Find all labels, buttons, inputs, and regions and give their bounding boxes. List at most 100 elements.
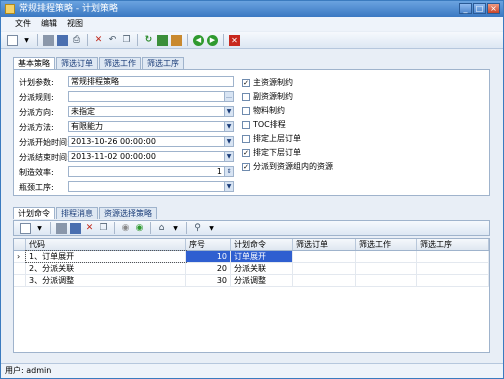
filter-op-cell[interactable]	[417, 275, 489, 286]
bottleneck-select[interactable]: ▼	[68, 181, 234, 192]
tab-filter-operations[interactable]: 筛选工序	[142, 57, 184, 69]
tab-basic-strategy[interactable]: 基本策略	[13, 57, 55, 69]
filter-op-cell[interactable]	[417, 251, 489, 262]
home-icon[interactable]: ⌂	[156, 223, 167, 234]
dropdown-icon[interactable]: ▼	[206, 223, 217, 234]
checkbox-sub-resource[interactable]: 副资源制约	[242, 91, 293, 102]
dispatch-rule-field[interactable]: …	[68, 91, 234, 102]
dropdown-icon[interactable]: ▼	[34, 223, 45, 234]
filter-work-cell[interactable]	[356, 275, 417, 286]
delete-icon[interactable]: ✕	[84, 223, 95, 234]
new-row-icon[interactable]	[20, 222, 31, 234]
column-header[interactable]: 序号	[186, 239, 231, 250]
copy-icon[interactable]: ❐	[98, 223, 109, 234]
filter-order-cell[interactable]	[293, 275, 356, 286]
ok-icon[interactable]: ◀	[193, 34, 204, 46]
checkbox-label: 分派到资源组内的资源	[253, 162, 333, 171]
table-row[interactable]: › 1、订单展开 10 订单展开	[14, 250, 489, 263]
plan-param-field[interactable]: 常规排程策略	[68, 76, 234, 87]
tab-resource-selection[interactable]: 资源选择策略	[99, 207, 157, 219]
command-cell[interactable]: 分派关联	[231, 263, 293, 274]
minimize-button[interactable]: _	[459, 3, 472, 14]
checkbox-box[interactable]: ✓	[242, 148, 250, 157]
checkbox-box[interactable]: ✓	[242, 78, 250, 87]
undo-icon[interactable]: ↶	[107, 35, 118, 46]
column-header[interactable]: 筛选订单	[293, 239, 356, 250]
code-cell[interactable]: 1、订单展开	[25, 250, 187, 263]
tab-filter-orders[interactable]: 筛选订单	[56, 57, 98, 69]
copy-icon[interactable]: ❐	[121, 35, 132, 46]
tab-filter-work[interactable]: 筛选工作	[99, 57, 141, 69]
import-icon[interactable]	[171, 34, 182, 46]
save-icon[interactable]	[56, 222, 67, 234]
checkbox-box[interactable]	[242, 134, 250, 143]
code-cell[interactable]: 2、分派关联	[26, 263, 186, 274]
chevron-down-icon[interactable]: ▼	[224, 152, 233, 161]
checkbox-box[interactable]	[242, 106, 250, 115]
checkbox-material[interactable]: 物料制约	[242, 105, 285, 116]
save-as-icon[interactable]	[70, 222, 81, 234]
delete-icon[interactable]: ✕	[93, 35, 104, 46]
spin-icon[interactable]: ⇕	[224, 167, 233, 176]
chevron-down-icon[interactable]: ▼	[224, 122, 233, 131]
title-bar[interactable]: 常规排程策略 - 计划策略 _ □ ×	[1, 1, 503, 17]
ellipsis-icon[interactable]: …	[224, 92, 233, 101]
column-header[interactable]: 筛选工作	[356, 239, 417, 250]
end-time-picker[interactable]: 2013-11-02 00:00:00 ▼	[68, 151, 234, 162]
chevron-down-icon[interactable]: ▼	[224, 182, 233, 191]
seq-cell[interactable]: 30	[186, 275, 231, 286]
move-down-icon[interactable]: ◉	[134, 223, 145, 234]
checkbox-label: 副资源制约	[253, 92, 293, 101]
column-header[interactable]: 计划命令	[231, 239, 293, 250]
checkbox-box[interactable]	[242, 120, 250, 129]
close-window-button[interactable]: ×	[487, 3, 500, 14]
tab-plan-commands[interactable]: 计划命令	[13, 207, 55, 219]
apply-icon[interactable]: ▶	[207, 34, 218, 46]
save-icon[interactable]	[43, 34, 54, 46]
menu-view[interactable]: 视图	[67, 17, 83, 31]
filter-work-cell[interactable]	[356, 251, 417, 262]
checkbox-lower-orders[interactable]: ✓ 排定下层订单	[242, 147, 301, 158]
chevron-down-icon[interactable]: ▼	[224, 137, 233, 146]
command-cell[interactable]: 订单展开	[231, 251, 293, 262]
print-icon[interactable]: ⎙	[71, 35, 82, 46]
table-row[interactable]: 3、分派调整 30 分派调整	[14, 275, 489, 287]
tab-schedule-messages[interactable]: 排程消息	[56, 207, 98, 219]
window-title: 常规排程策略 - 计划策略	[19, 4, 118, 14]
seq-cell[interactable]: 20	[186, 263, 231, 274]
filter-order-cell[interactable]	[293, 251, 356, 262]
row-pointer-icon: ›	[14, 251, 26, 262]
dropdown-icon[interactable]: ▼	[21, 35, 32, 46]
column-header[interactable]: 代码	[26, 239, 186, 250]
dropdown-icon[interactable]: ▼	[170, 223, 181, 234]
refresh-icon[interactable]: ↻	[143, 35, 154, 46]
efficiency-stepper[interactable]: 1 ⇕	[68, 166, 234, 177]
command-cell[interactable]: 分派调整	[231, 275, 293, 286]
checkbox-upper-orders[interactable]: 排定上层订单	[242, 133, 301, 144]
filter-order-cell[interactable]	[293, 263, 356, 274]
table-row[interactable]: 2、分派关联 20 分派关联	[14, 263, 489, 275]
filter-op-cell[interactable]	[417, 263, 489, 274]
maximize-button[interactable]: □	[473, 3, 486, 14]
checkbox-toc[interactable]: TOC排程	[242, 119, 286, 130]
filter-work-cell[interactable]	[356, 263, 417, 274]
find-icon[interactable]: ⚲	[192, 223, 203, 234]
menu-edit[interactable]: 编辑	[41, 17, 57, 31]
dispatch-method-select[interactable]: 有限能力 ▼	[68, 121, 234, 132]
checkbox-box[interactable]: ✓	[242, 162, 250, 171]
export-icon[interactable]	[157, 34, 168, 46]
column-header[interactable]: 筛选工序	[417, 239, 489, 250]
start-time-picker[interactable]: 2013-10-26 00:00:00 ▼	[68, 136, 234, 147]
dispatch-direction-select[interactable]: 未指定 ▼	[68, 106, 234, 117]
code-cell[interactable]: 3、分派调整	[26, 275, 186, 286]
close-icon[interactable]: ✕	[229, 34, 240, 46]
chevron-down-icon[interactable]: ▼	[224, 107, 233, 116]
checkbox-main-resource[interactable]: ✓ 主资源制约	[242, 77, 293, 88]
checkbox-group-resources[interactable]: ✓ 分派到资源组内的资源	[242, 161, 333, 172]
checkbox-box[interactable]	[242, 92, 250, 101]
new-icon[interactable]	[7, 34, 18, 46]
move-up-icon[interactable]: ◉	[120, 223, 131, 234]
menu-file[interactable]: 文件	[15, 17, 31, 31]
seq-cell[interactable]: 10	[186, 251, 231, 262]
save-as-icon[interactable]	[57, 34, 68, 46]
